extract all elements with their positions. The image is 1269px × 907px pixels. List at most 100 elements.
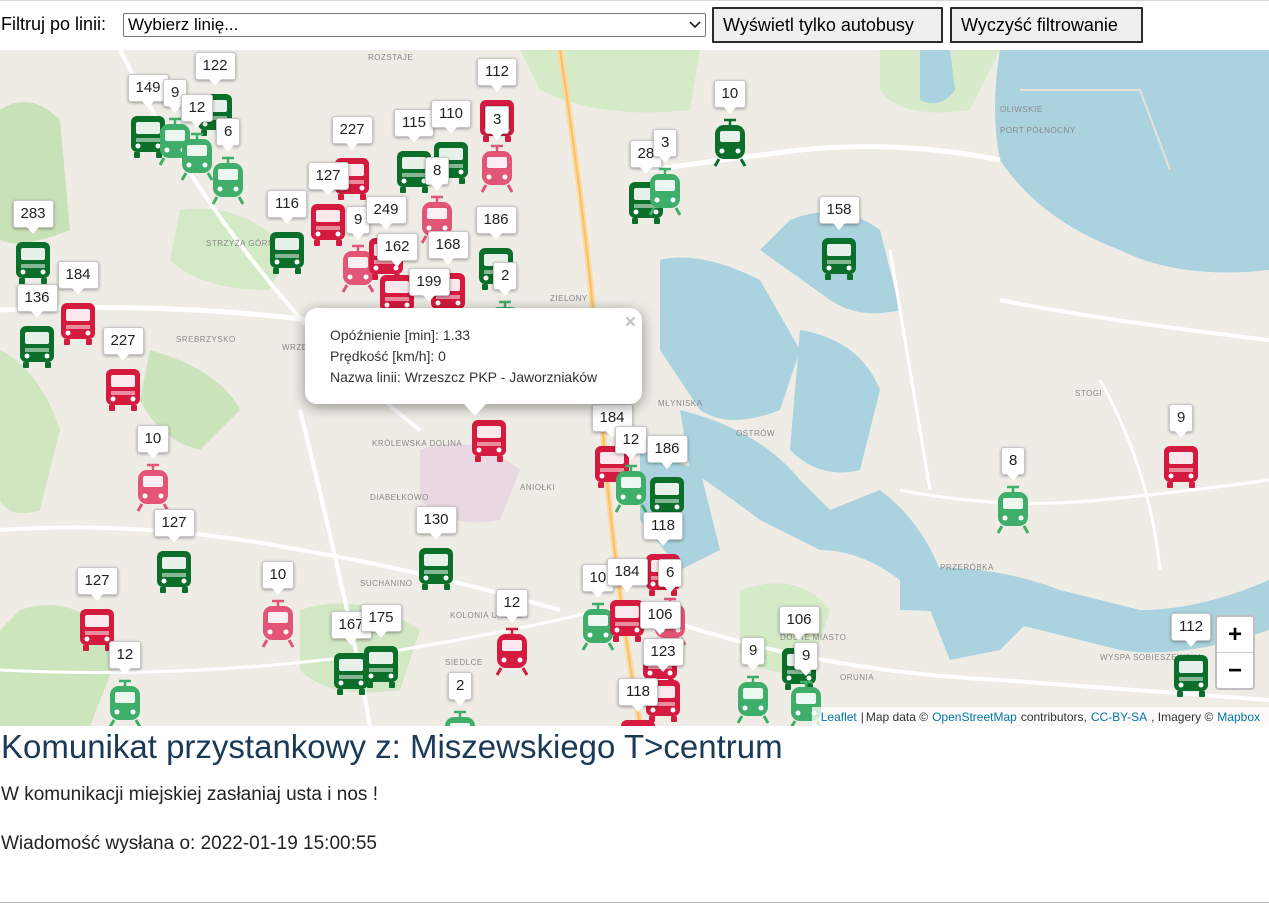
vehicle-line-label[interactable]: 115 [394, 109, 434, 143]
tram-icon[interactable] [645, 167, 685, 217]
tram-icon[interactable] [710, 118, 750, 168]
vehicle-line-label[interactable]: 283 [12, 200, 54, 234]
bus-icon[interactable] [1161, 442, 1201, 492]
map[interactable]: OLIWSKIE PORT PÓŁNOCNY MŁYNISKA OSTRÓW S… [0, 50, 1269, 726]
vehicle-line-label[interactable]: 127 [153, 509, 195, 543]
vehicle-line-label[interactable]: 118 [618, 678, 658, 712]
vehicle-line-label[interactable]: 175 [360, 604, 402, 638]
bus-icon[interactable] [416, 544, 456, 594]
vehicle-line-label[interactable]: 106 [639, 601, 681, 635]
tram-icon[interactable] [993, 485, 1033, 535]
vehicle-line-label[interactable]: 2 [448, 672, 473, 706]
vehicle-line-label[interactable]: 127 [307, 162, 349, 196]
vehicle-line-label[interactable]: 12 [180, 94, 214, 128]
vehicle-line-label[interactable]: 112 [477, 58, 517, 92]
place-label: SREBRZYSKO [176, 335, 236, 344]
bus-icon[interactable] [618, 716, 658, 726]
vehicle-line-label[interactable]: 118 [643, 512, 683, 546]
divider [0, 902, 1269, 905]
vehicle-line-label[interactable]: 186 [646, 435, 688, 469]
bus-icon[interactable] [1171, 651, 1211, 701]
bus-icon[interactable] [819, 234, 859, 284]
bus-icon[interactable] [308, 200, 348, 250]
vehicle-line-label[interactable]: 8 [1001, 447, 1026, 481]
attribution-imagery: , Imagery © [1151, 709, 1214, 724]
vehicle-line-label[interactable]: 12 [495, 589, 529, 623]
vehicle-line-label[interactable]: 168 [427, 231, 469, 265]
vehicle-line-label[interactable]: 158 [818, 196, 860, 230]
place-label: ORUNIA [840, 673, 874, 682]
attribution-separator: | [860, 709, 864, 724]
bus-icon[interactable] [361, 642, 401, 692]
vehicle-line-label[interactable]: 184 [57, 261, 99, 295]
vehicle-line-label[interactable]: 130 [415, 506, 457, 540]
tram-icon[interactable] [611, 464, 651, 514]
filter-label: Filtruj po linii: [1, 14, 107, 34]
vehicle-line-label[interactable]: 9 [1169, 404, 1194, 438]
osm-link[interactable]: OpenStreetMap [932, 710, 1017, 724]
vehicle-line-label[interactable]: 6 [216, 118, 241, 152]
selected-bus-icon[interactable] [469, 416, 509, 466]
tram-icon[interactable] [105, 679, 145, 726]
vehicle-line-label[interactable]: 162 [376, 233, 418, 267]
vehicle-line-label[interactable]: 122 [194, 52, 236, 86]
tram-icon[interactable] [258, 599, 298, 649]
popup-line-name: Nazwa linii: Wrzeszcz PKP - Jaworzniaków [330, 369, 598, 385]
vehicle-line-label[interactable]: 106 [778, 606, 820, 640]
vehicle-line-label[interactable]: 116 [267, 190, 307, 224]
stop-message-text: W komunikacji miejskiej zasłaniaj usta i… [1, 784, 378, 805]
attribution-map-data: Map data © [865, 709, 929, 724]
line-select[interactable]: Wybierz linię... [123, 13, 706, 37]
leaflet-link[interactable]: Leaflet [821, 710, 857, 724]
vehicle-line-label[interactable]: 186 [475, 206, 517, 240]
clear-filter-button[interactable]: Wyczyść filtrowanie [950, 7, 1143, 43]
vehicle-line-label[interactable]: 10 [261, 561, 295, 595]
bus-icon[interactable] [267, 228, 307, 278]
vehicle-line-label[interactable]: 199 [408, 268, 450, 302]
place-label: SIEDLCE [445, 658, 483, 667]
vehicle-line-label[interactable]: 227 [102, 327, 144, 361]
bus-icon[interactable] [13, 238, 53, 288]
chevron-down-icon [689, 21, 701, 29]
zoom-out-button[interactable]: − [1217, 653, 1253, 688]
vehicle-line-label[interactable]: 123 [642, 638, 684, 672]
tram-icon[interactable] [733, 675, 773, 725]
vehicle-line-label[interactable]: 9 [741, 637, 766, 671]
vehicle-line-label[interactable]: 3 [485, 106, 510, 140]
tram-icon[interactable] [133, 463, 173, 513]
tram-icon[interactable] [208, 156, 248, 206]
close-icon[interactable]: × [625, 312, 636, 333]
bus-icon[interactable] [103, 365, 143, 415]
vehicle-line-label[interactable]: 112 [1171, 613, 1211, 647]
license-link[interactable]: CC-BY-SA [1091, 710, 1147, 724]
vehicle-line-label[interactable]: 12 [614, 426, 648, 460]
vehicle-line-label[interactable]: 136 [16, 284, 58, 318]
vehicle-line-label[interactable]: 110 [431, 100, 471, 134]
mapbox-link[interactable]: Mapbox [1217, 710, 1260, 724]
vehicle-line-label[interactable]: 6 [658, 559, 683, 593]
vehicle-line-label[interactable]: 227 [331, 116, 373, 150]
vehicle-line-label[interactable]: 8 [425, 157, 450, 191]
tram-icon[interactable] [492, 627, 532, 677]
vehicle-line-label[interactable]: 10 [136, 425, 170, 459]
vehicle-line-label[interactable]: 249 [365, 196, 407, 230]
vehicle-line-label[interactable]: 9 [794, 642, 819, 676]
vehicle-line-label[interactable]: 10 [713, 80, 747, 114]
tram-icon[interactable] [477, 144, 517, 194]
zoom-in-button[interactable]: + [1217, 617, 1253, 653]
popup-delay: Opóźnienie [min]: 1.33 [330, 327, 471, 343]
place-label: OLIWSKIE [1000, 105, 1043, 114]
bus-icon[interactable] [17, 322, 57, 372]
tram-icon[interactable] [440, 710, 480, 726]
place-label: PORT PÓŁNOCNY [1000, 126, 1076, 135]
vehicle-line-label[interactable]: 12 [108, 641, 142, 675]
bus-icon[interactable] [58, 299, 98, 349]
place-label: KRÓLEWSKA DOLINA [372, 439, 462, 448]
vehicle-line-label[interactable]: 127 [76, 567, 118, 601]
show-buses-only-button[interactable]: Wyświetl tylko autobusy [712, 7, 943, 43]
vehicle-line-label[interactable]: 184 [606, 558, 648, 592]
bus-icon[interactable] [154, 547, 194, 597]
vehicle-line-label[interactable]: 3 [653, 129, 678, 163]
place-label: SUCHANINO [360, 579, 413, 588]
vehicle-line-label[interactable]: 2 [493, 262, 518, 296]
